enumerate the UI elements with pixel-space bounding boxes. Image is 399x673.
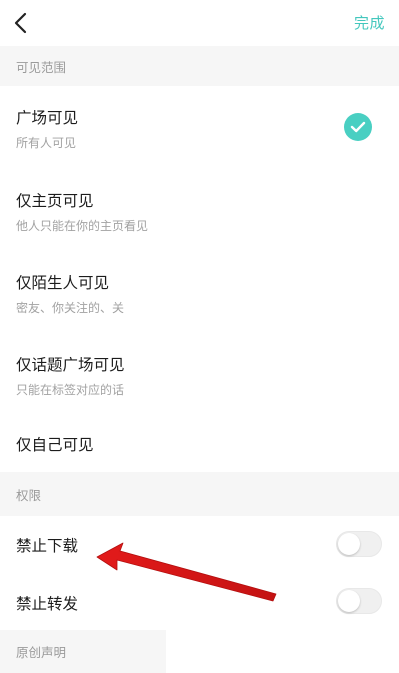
option-title: 仅主页可见 <box>16 192 94 210</box>
top-bar: 完成 <box>0 0 399 46</box>
option-title: 广场可见 <box>16 109 79 127</box>
option-subtitle: 密友、你关注的、关 <box>16 301 125 315</box>
permission-title: 禁止下载 <box>16 537 79 555</box>
option-subtitle: 所有人可见 <box>16 136 77 150</box>
section-header-permissions: 权限 <box>0 472 399 516</box>
visibility-option-private[interactable]: 仅自己可见 <box>0 414 399 472</box>
toggle-knob <box>338 590 360 612</box>
option-subtitle: 只能在标签对应的话 <box>16 383 125 397</box>
chevron-left-icon <box>14 12 27 34</box>
done-button[interactable]: 完成 <box>354 12 385 33</box>
back-button[interactable] <box>8 9 34 37</box>
visibility-option-strangers[interactable]: 仅陌生人可见 密友、你关注的、关 <box>0 250 399 332</box>
visibility-option-public[interactable]: 广场可见 所有人可见 <box>0 86 399 168</box>
permission-row-no-download: 禁止下载 <box>0 516 399 574</box>
toggle-knob <box>338 533 360 555</box>
option-title: 仅自己可见 <box>16 436 94 454</box>
no-download-toggle[interactable] <box>336 531 382 557</box>
option-subtitle: 他人只能在你的主页看见 <box>16 219 149 233</box>
selected-check-icon <box>344 113 372 141</box>
section-header-originality: 原创声明 <box>0 630 166 673</box>
permission-row-no-forward: 禁止转发 <box>0 574 399 630</box>
option-title: 仅话题广场可见 <box>16 356 125 374</box>
visibility-option-topic-square[interactable]: 仅话题广场可见 只能在标签对应的话 <box>0 332 399 414</box>
permission-title: 禁止转发 <box>16 595 79 613</box>
option-title: 仅陌生人可见 <box>16 274 110 292</box>
visibility-option-homepage[interactable]: 仅主页可见 他人只能在你的主页看见 <box>0 168 399 250</box>
section-header-visibility: 可见范围 <box>0 46 399 86</box>
no-forward-toggle[interactable] <box>336 588 382 614</box>
